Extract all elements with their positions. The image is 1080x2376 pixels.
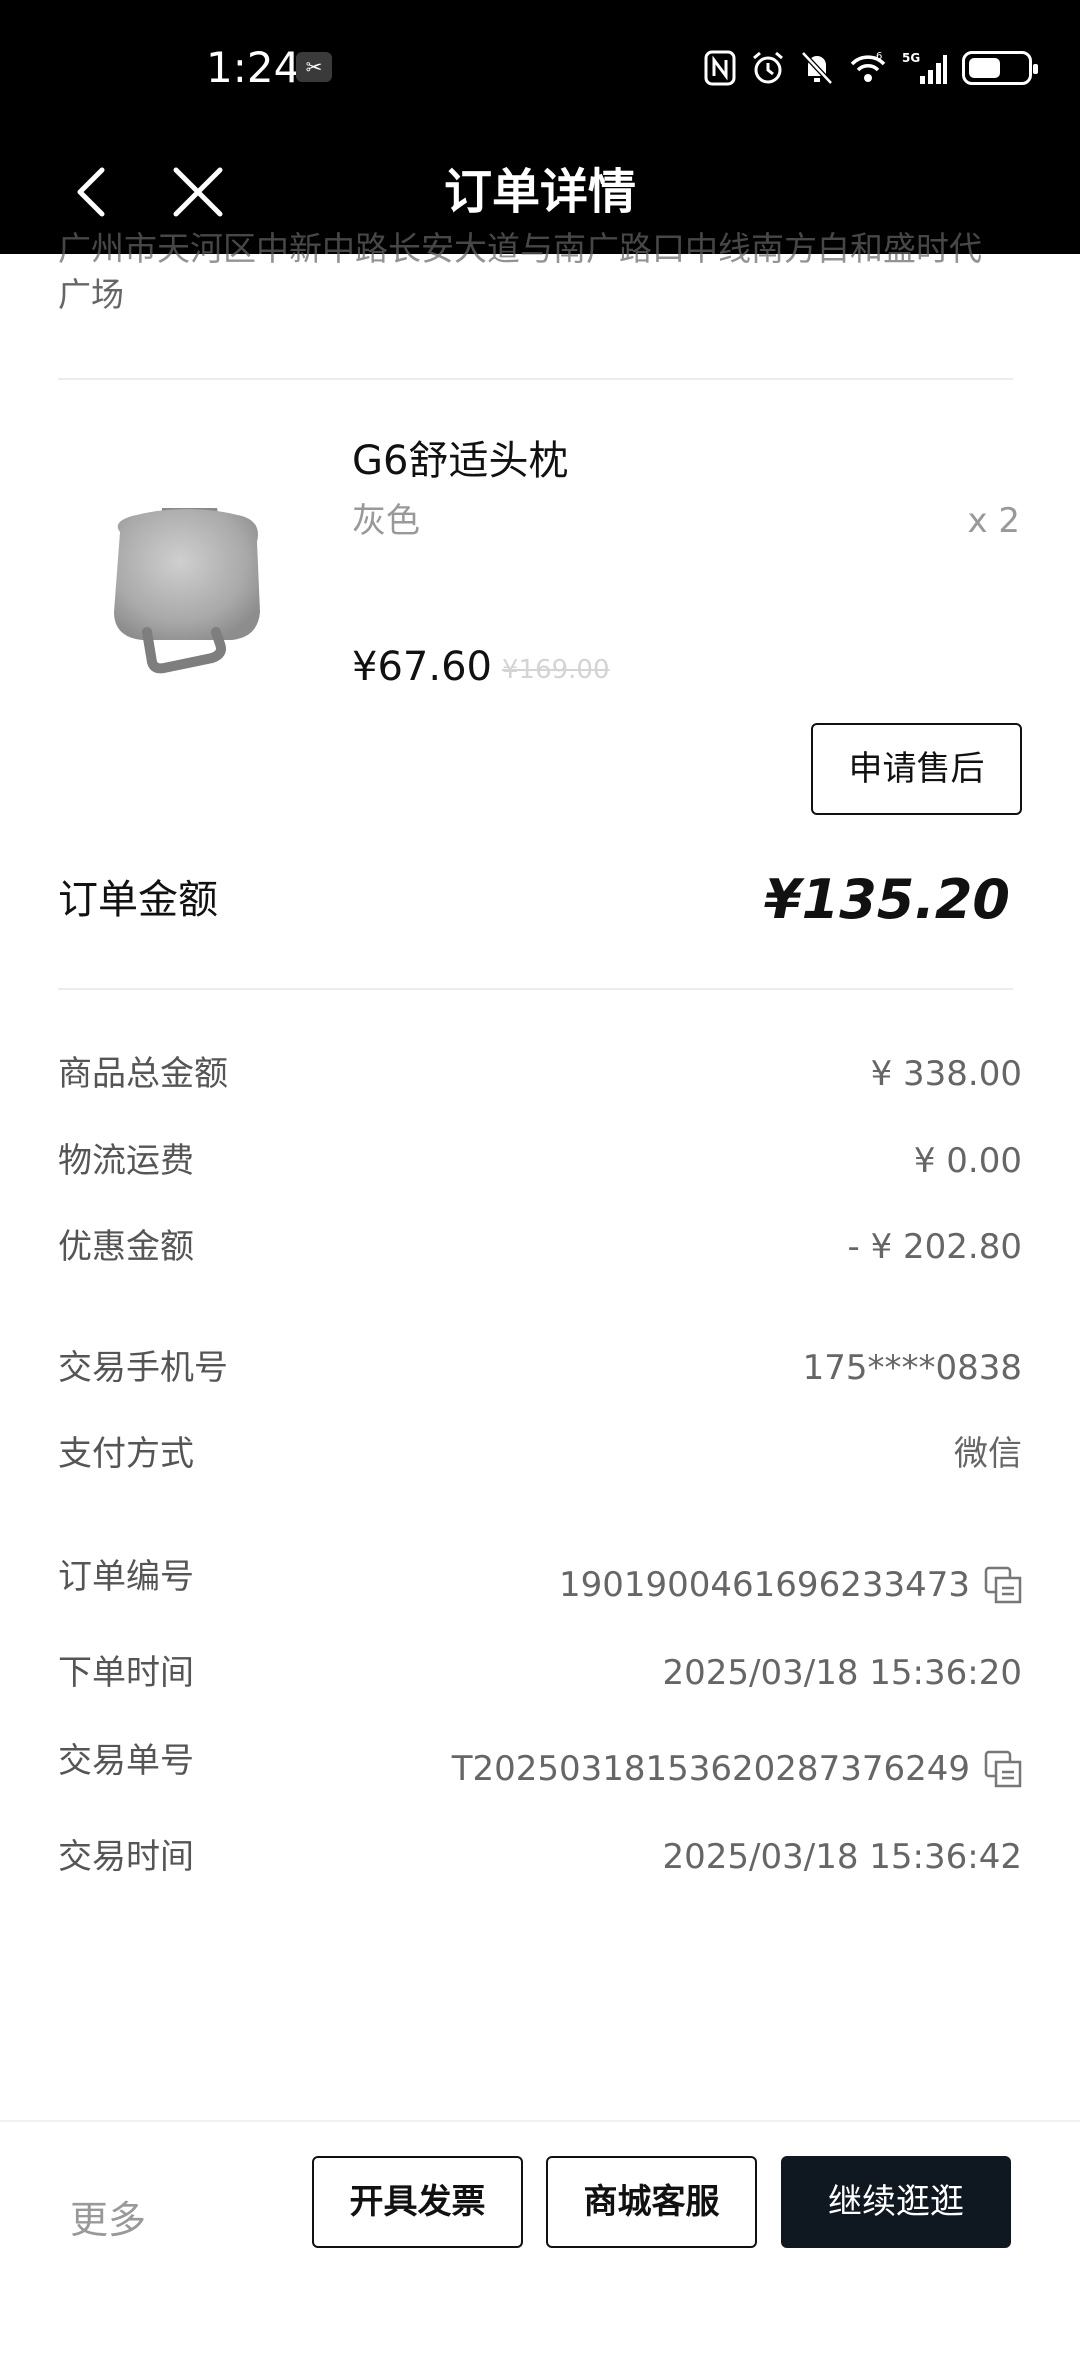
product-spec: 灰色 <box>352 501 420 541</box>
status-icons: 6 5G <box>704 48 1038 88</box>
scissors-icon: ✂ <box>296 52 332 82</box>
order-total-label: 订单金额 <box>58 877 218 923</box>
payment-row-phone: 交易手机号 175****0838 <box>58 1344 1022 1392</box>
after-sale-button[interactable]: 申请售后 <box>811 723 1022 815</box>
issue-invoice-button[interactable]: 开具发票 <box>312 2156 523 2248</box>
customer-service-button[interactable]: 商城客服 <box>546 2156 757 2248</box>
summary-row-discount: 优惠金额 - ¥ 202.80 <box>58 1223 1022 1271</box>
divider <box>58 988 1013 990</box>
row-label: 支付方式 <box>58 1434 194 1474</box>
order-info-row-transaction-number: 交易单号 T20250318153620287376249 <box>58 1737 1022 1789</box>
5g-signal-icon: 5G <box>902 50 948 86</box>
row-value: ¥ 338.00 <box>870 1054 1022 1094</box>
row-label: 优惠金额 <box>58 1227 194 1267</box>
svg-text:5G: 5G <box>902 51 920 65</box>
product-original-price: ¥169.00 <box>502 655 610 685</box>
row-label: 商品总金额 <box>58 1054 228 1094</box>
page-title: 订单详情 <box>443 164 636 220</box>
row-value: 2025/03/18 15:36:20 <box>662 1653 1022 1693</box>
wifi-icon: 6 <box>848 50 888 86</box>
order-info-row-transaction-time: 交易时间 2025/03/18 15:36:42 <box>58 1833 1022 1881</box>
product-quantity: x 2 <box>967 501 1020 541</box>
continue-shopping-button[interactable]: 继续逛逛 <box>781 2156 1011 2248</box>
status-bar: 1:24 ✂ 6 5G <box>0 0 1080 130</box>
row-label: 交易手机号 <box>58 1348 228 1388</box>
payment-row-method: 支付方式 微信 <box>58 1430 1022 1478</box>
product-image[interactable] <box>92 462 282 682</box>
transaction-number-value: T20250318153620287376249 <box>451 1749 970 1789</box>
summary-row-goods-total: 商品总金额 ¥ 338.00 <box>58 1050 1022 1098</box>
svg-text:6: 6 <box>876 51 882 62</box>
order-info-row-order-time: 下单时间 2025/03/18 15:36:20 <box>58 1649 1022 1697</box>
row-value-wrap: 1901900461696233473 <box>559 1561 1022 1609</box>
row-label: 物流运费 <box>58 1141 194 1181</box>
order-number-value: 1901900461696233473 <box>558 1565 970 1605</box>
product-price: ¥67.60 <box>352 644 492 690</box>
row-value: ¥ 0.00 <box>913 1141 1022 1181</box>
order-info-row-order-number: 订单编号 1901900461696233473 <box>58 1553 1022 1605</box>
alarm-icon <box>750 50 786 86</box>
row-value: 2025/03/18 15:36:42 <box>662 1837 1022 1877</box>
product-name[interactable]: G6舒适头枕 <box>352 434 568 488</box>
status-time: 1:24 <box>206 43 301 92</box>
address-line-1: 广州市天河区中新中路长安大道与南广路口中线南方白和盛时代 <box>58 229 982 268</box>
mute-icon <box>800 50 834 86</box>
row-label: 交易时间 <box>58 1837 194 1877</box>
row-label: 订单编号 <box>58 1557 194 1597</box>
divider <box>58 378 1013 380</box>
nfc-icon <box>704 50 736 86</box>
row-label: 交易单号 <box>58 1741 194 1781</box>
row-value: - ¥ 202.80 <box>847 1227 1022 1267</box>
row-label: 下单时间 <box>58 1653 194 1693</box>
row-value-wrap: T20250318153620287376249 <box>452 1745 1022 1793</box>
row-value: 微信 <box>954 1434 1022 1474</box>
copy-icon[interactable] <box>984 1750 1022 1788</box>
more-button[interactable]: 更多 <box>70 2174 146 2266</box>
battery-icon <box>962 50 1038 86</box>
row-value: 175****0838 <box>802 1348 1022 1388</box>
copy-icon[interactable] <box>984 1566 1022 1604</box>
order-total-value: ¥135.20 <box>764 868 1010 931</box>
summary-row-shipping: 物流运费 ¥ 0.00 <box>58 1137 1022 1185</box>
bottom-action-bar: 更多 开具发票 商城客服 继续逛逛 <box>0 2120 1080 2376</box>
address-line-2: 广场 <box>58 275 124 314</box>
